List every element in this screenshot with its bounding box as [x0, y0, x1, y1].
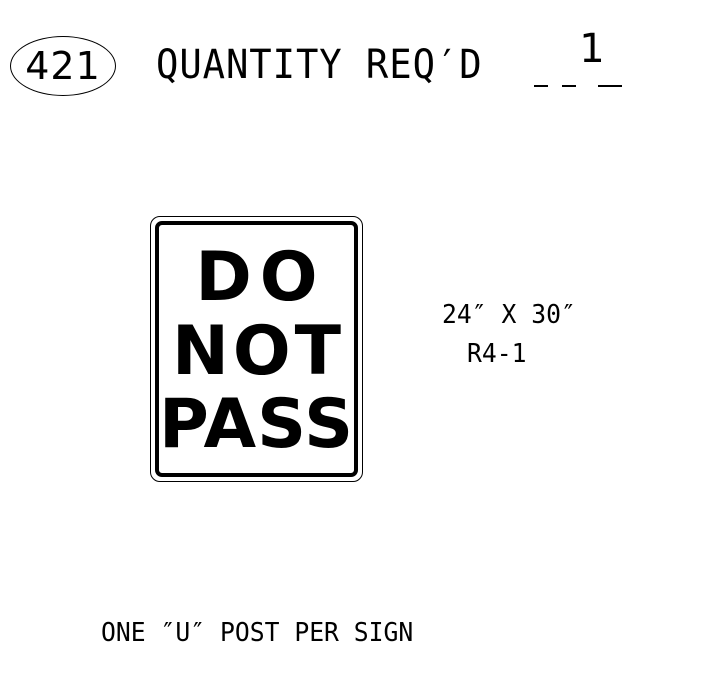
- sign-code-label: R4-1: [467, 339, 527, 369]
- item-number: 421: [25, 44, 101, 88]
- blank-line-1: [534, 85, 548, 87]
- quantity-label: QUANTITY REQ′D: [156, 42, 483, 88]
- sign-line-1: DO: [195, 238, 326, 317]
- post-note: ONE ″U″ POST PER SIGN: [101, 618, 414, 648]
- sign-line-3: PASS: [158, 385, 355, 464]
- blank-line-2: [562, 85, 576, 87]
- sign-line-2: NOT: [171, 312, 346, 391]
- sign-size-label: 24″ X 30″: [442, 300, 576, 330]
- quantity-value: 1: [579, 26, 605, 72]
- quantity-blanks: [534, 85, 624, 87]
- sign-panel: DO NOT PASS: [150, 216, 363, 482]
- blank-line-3: [598, 85, 622, 87]
